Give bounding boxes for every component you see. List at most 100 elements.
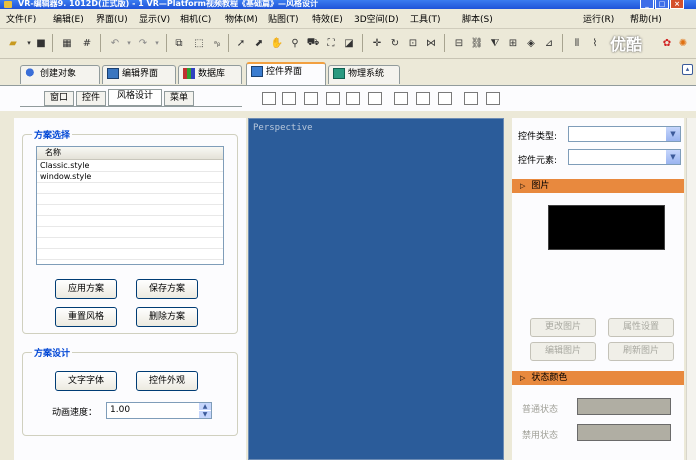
- chevron-down-icon[interactable]: ▼: [665, 127, 680, 141]
- measure-icon[interactable]: ⊿: [542, 36, 556, 50]
- scale-icon[interactable]: ⊡: [406, 36, 420, 50]
- redo-dropdown-icon[interactable]: ▾: [150, 36, 164, 50]
- rotate-icon[interactable]: ↻: [388, 36, 402, 50]
- align-middle-icon[interactable]: [282, 92, 296, 105]
- tab-create-object[interactable]: 创建对象: [20, 65, 100, 84]
- spin-up-icon[interactable]: ▲: [199, 403, 211, 410]
- subtab-control[interactable]: 控件: [76, 91, 106, 106]
- control-type-select[interactable]: ▼: [568, 126, 681, 142]
- menu-edit[interactable]: 编辑(E): [53, 12, 84, 25]
- spin-down-icon[interactable]: ▼: [199, 411, 211, 418]
- filter-icon[interactable]: ⧨: [488, 36, 502, 50]
- align-top-icon[interactable]: [262, 92, 276, 105]
- control-properties-panel: 控件类型: ▼ 控件元素: ▼ ▷ 图片 更改图片 属性设置 编辑图片 刷新图片 …: [512, 118, 684, 460]
- terrain-icon[interactable]: ⌇: [588, 36, 602, 50]
- change-picture-button[interactable]: 更改图片: [530, 318, 596, 337]
- section-title: 状态颜色: [531, 373, 568, 383]
- same-height-icon[interactable]: [416, 92, 430, 105]
- normal-state-color[interactable]: [577, 398, 671, 415]
- split-icon[interactable]: ⫴: [570, 36, 584, 50]
- select-region-icon[interactable]: ⬚: [192, 36, 206, 50]
- menu-3d-space[interactable]: 3D空间(D): [354, 12, 399, 25]
- open-icon[interactable]: ▰: [6, 36, 20, 50]
- tab-physics-system[interactable]: 物理系统: [328, 65, 400, 84]
- align-left-icon[interactable]: [326, 92, 340, 105]
- menu-interface[interactable]: 界面(U): [96, 12, 128, 25]
- disabled-state-label: 禁用状态: [522, 431, 559, 441]
- gear-icon[interactable]: ✿: [660, 36, 674, 50]
- tab-database[interactable]: 数据库: [178, 65, 242, 84]
- hand-icon[interactable]: ✋: [270, 36, 284, 50]
- snap-grid-icon[interactable]: #: [80, 36, 94, 50]
- animation-speed-input[interactable]: 1.00 ▲ ▼: [106, 402, 212, 419]
- chevron-down-icon[interactable]: ▼: [665, 150, 680, 164]
- reset-style-button[interactable]: 重置风格: [55, 307, 117, 327]
- menu-display[interactable]: 显示(V): [139, 12, 170, 25]
- picture-section-header[interactable]: ▷ 图片: [512, 179, 684, 193]
- camera-icon[interactable]: ◈: [524, 36, 538, 50]
- grid-view-icon[interactable]: ⊞: [506, 36, 520, 50]
- menu-camera[interactable]: 相机(C): [180, 12, 211, 25]
- apply-scheme-button[interactable]: 应用方案: [55, 279, 117, 299]
- link-icon[interactable]: ⛓: [470, 36, 484, 50]
- menu-help[interactable]: 帮助(H): [630, 12, 662, 25]
- title-bar[interactable]: VR-编辑器9. 1012D(正式版) - 1 VR—Platform视频教程《…: [0, 0, 696, 9]
- scheme-list[interactable]: 名称 Classic.style window.style: [36, 146, 224, 265]
- tab-control-interface[interactable]: 控件界面: [246, 62, 326, 85]
- undo-icon[interactable]: ↶: [108, 36, 122, 50]
- subtab-menu[interactable]: 菜单: [164, 91, 194, 106]
- panel-toggle-icon[interactable]: ▴: [682, 64, 693, 75]
- close-button[interactable]: ×: [670, 0, 684, 9]
- fly-icon[interactable]: ⛟: [306, 36, 320, 50]
- save-scheme-button[interactable]: 保存方案: [136, 279, 198, 299]
- copy-icon[interactable]: ⧉: [172, 36, 186, 50]
- undo-dropdown-icon[interactable]: ▾: [122, 36, 136, 50]
- move-icon[interactable]: ✛: [370, 36, 384, 50]
- subtab-style-design[interactable]: 风格设计: [108, 89, 162, 106]
- refresh-picture-button[interactable]: 刷新图片: [608, 342, 674, 361]
- attribute-settings-button[interactable]: 属性设置: [608, 318, 674, 337]
- state-color-section-header[interactable]: ▷ 状态颜色: [512, 371, 684, 385]
- minimize-button[interactable]: _: [640, 0, 654, 9]
- pointer-multi-icon[interactable]: ⬈: [252, 36, 266, 50]
- pointer-icon[interactable]: ➚: [234, 36, 248, 50]
- menu-effects[interactable]: 特效(E): [312, 12, 343, 25]
- grid-icon[interactable]: ▦: [60, 36, 74, 50]
- subtab-window[interactable]: 窗口: [44, 91, 74, 106]
- save-icon[interactable]: ■: [34, 36, 48, 50]
- redo-icon[interactable]: ↷: [136, 36, 150, 50]
- align-right-icon[interactable]: [368, 92, 382, 105]
- 3d-viewport[interactable]: Perspective: [248, 118, 504, 460]
- settings-icon[interactable]: ✺: [676, 36, 690, 50]
- align-center-icon[interactable]: [346, 92, 360, 105]
- text-font-button[interactable]: 文字字体: [55, 371, 117, 391]
- list-item[interactable]: window.style: [37, 172, 223, 183]
- menu-run[interactable]: 运行(R): [583, 12, 614, 25]
- control-appearance-button[interactable]: 控件外观: [136, 371, 198, 391]
- maximize-button[interactable]: □: [655, 0, 669, 9]
- list-header[interactable]: 名称: [37, 147, 223, 160]
- align-icon[interactable]: ⊟: [452, 36, 466, 50]
- distribute-h-icon[interactable]: [464, 92, 478, 105]
- same-width-icon[interactable]: [394, 92, 408, 105]
- disabled-state-color[interactable]: [577, 424, 671, 441]
- menu-texture[interactable]: 贴图(T): [268, 12, 299, 25]
- fit-view-icon[interactable]: ⛶: [324, 36, 338, 50]
- edit-picture-button[interactable]: 编辑图片: [530, 342, 596, 361]
- control-element-select[interactable]: ▼: [568, 149, 681, 165]
- menu-tools[interactable]: 工具(T): [410, 12, 441, 25]
- delete-scheme-button[interactable]: 删除方案: [136, 307, 198, 327]
- align-bottom-icon[interactable]: [304, 92, 318, 105]
- text-tool-icon[interactable]: ᵃᵦ: [210, 36, 224, 50]
- zoom-icon[interactable]: ⚲: [288, 36, 302, 50]
- mirror-icon[interactable]: ⋈: [424, 36, 438, 50]
- same-size-icon[interactable]: [438, 92, 452, 105]
- menu-file[interactable]: 文件(F): [6, 12, 36, 25]
- tab-edit-interface[interactable]: 编辑界面: [102, 65, 176, 84]
- menu-script[interactable]: 脚本(S): [462, 12, 493, 25]
- list-item[interactable]: Classic.style: [37, 161, 223, 172]
- view-icon[interactable]: ◪: [342, 36, 356, 50]
- distribute-v-icon[interactable]: [486, 92, 500, 105]
- panel-scrollbar[interactable]: [686, 118, 696, 460]
- menu-object[interactable]: 物体(M): [225, 12, 258, 25]
